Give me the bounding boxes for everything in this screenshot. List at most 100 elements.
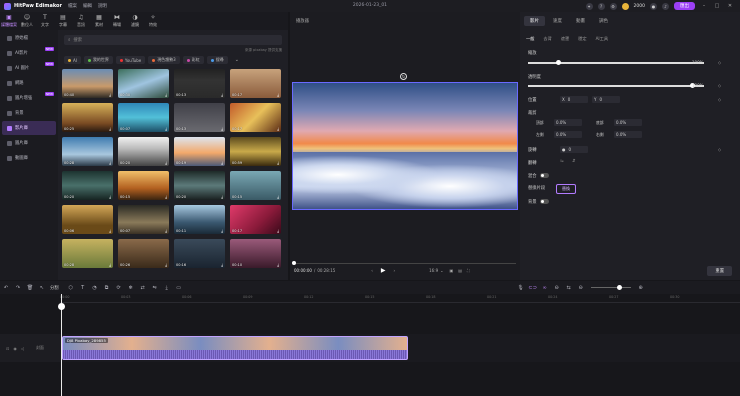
prev-frame-icon[interactable]: ‹ [371,268,373,273]
filter-chip-search[interactable]: 搜尋 [206,56,228,64]
media-thumbnail[interactable]: 00:15 ⤓ [230,171,281,200]
media-thumbnail[interactable]: 00:25 ⤓ [62,103,113,132]
media-thumbnail[interactable]: 00:10 ⤓ [230,239,281,268]
nav-item-image-library[interactable]: 圖片庫 [2,136,56,150]
subtab-remove-bg[interactable]: 去背 [543,36,551,42]
flip-horizontal-icon[interactable]: ⇋ [560,159,564,164]
export-frame-icon[interactable]: ⤓ [161,285,173,291]
fullscreen-icon[interactable]: ⛶ [467,268,470,273]
download-icon[interactable]: ⤓ [221,126,223,131]
split-label[interactable]: 分割 [50,285,59,291]
export-button[interactable]: 匯出 [674,2,695,10]
subtab-general[interactable]: 一般 [526,36,534,42]
tool-text[interactable]: T 文字 [36,12,54,30]
aspect-ratio[interactable]: 16:9 [429,268,438,273]
media-thumbnail[interactable]: 00:15 ⤓ [118,171,169,200]
subtab-stabilize[interactable]: 穩定 [578,36,586,42]
rotate-field[interactable]: ● 0 [560,146,588,153]
keyframe-icon[interactable]: ◇ [718,97,721,102]
search-input[interactable]: ⌕ 搜索 [64,35,282,45]
reset-button[interactable]: 重置 [707,266,732,276]
download-icon[interactable]: ⤓ [165,160,167,165]
maximize-button[interactable]: □ [713,3,721,9]
playhead[interactable] [58,294,65,396]
speaker-icon[interactable]: ◁ [21,346,24,351]
gift-icon[interactable]: ✦ [585,2,593,10]
snapshot-icon[interactable]: ▣ [449,268,453,273]
menu-edit[interactable]: 編輯 [83,3,92,9]
link-icon[interactable]: ∞ [539,285,551,291]
account-icon[interactable]: ● [650,2,657,10]
crop-left-field[interactable]: 0.0% [554,131,582,138]
close-button[interactable]: ✕ [726,3,734,9]
nav-item-gif-library[interactable]: 動圖庫 [2,151,56,165]
quality-icon[interactable]: ▤ [458,268,462,273]
nav-item-ai-image[interactable]: AI 圖片 NEW [2,61,56,75]
blend-toggle[interactable] [540,173,549,178]
opacity-slider[interactable] [528,83,704,88]
filter-chip-trend[interactable]: 現色趨勢3 [148,56,180,64]
mic-icon[interactable]: 🎙 [515,285,527,291]
tool-audio[interactable]: ♫ 音訊 [72,12,90,30]
media-thumbnail[interactable]: 00:20 ⤓ [118,137,169,166]
tool-subtitle[interactable]: ▤ 字幕 [54,12,72,30]
minimize-button[interactable]: – [700,3,708,9]
nav-item-video-library[interactable]: 影片庫 [2,121,56,135]
media-thumbnail[interactable]: 00:17 ⤓ [230,103,281,132]
video-clip[interactable]: DJ8 Pixabay_289855 [62,336,408,360]
subtab-mask[interactable]: 遮罩 [561,36,569,42]
media-thumbnail[interactable]: 00:40 ⤓ [62,69,113,98]
media-thumbnail[interactable]: 00:26 ⤓ [118,239,169,268]
redo-icon[interactable]: ↷ [12,285,24,291]
tab-color[interactable]: 調色 [593,16,614,26]
tab-speed[interactable]: 速度 [547,16,568,26]
download-icon[interactable]: ⤓ [277,92,279,97]
media-thumbnail[interactable]: 00:11 ⤓ [174,205,225,234]
tab-animation[interactable]: 動畫 [570,16,591,26]
media-thumbnail[interactable]: 00:13 ⤓ [174,69,225,98]
download-icon[interactable]: ⤓ [109,126,111,131]
keyframe-icon[interactable]: ◇ [718,83,721,88]
filter-chip-ai[interactable]: AI [64,56,81,64]
tool-filter[interactable]: ◑ 濾鏡 [126,12,144,30]
scale-knob[interactable] [556,60,561,65]
notification-icon[interactable]: ♪ [662,2,669,10]
media-thumbnail[interactable]: 00:13 ⤓ [174,103,225,132]
eye-icon[interactable]: ◉ [13,346,17,351]
support-icon[interactable]: ? [597,2,605,10]
rotate-icon[interactable]: ⟳ [113,285,125,291]
filter-chip-youtube[interactable]: YouTube [115,56,146,64]
flip-vertical-icon[interactable]: ⇵ [572,159,576,164]
reverse-icon[interactable]: ⇄ [137,285,149,291]
position-y-field[interactable]: Y0 [592,96,620,103]
speed-icon[interactable]: ◔ [89,285,101,291]
text-icon[interactable]: T [77,285,89,291]
chevron-down-icon[interactable]: ⌄ [235,57,239,63]
chain-icon[interactable]: ⊖ [551,285,563,291]
background-toggle[interactable] [540,199,549,204]
crop-top-field[interactable]: 0.0% [554,119,582,126]
media-thumbnail[interactable]: 00:06 ⤓ [62,205,113,234]
download-icon[interactable]: ⤓ [109,262,111,267]
menu-help[interactable]: 說明 [98,3,107,9]
undo-icon[interactable]: ↶ [0,285,12,291]
media-thumbnail[interactable]: 00:28 ⤓ [62,137,113,166]
download-icon[interactable]: ⤓ [277,262,279,267]
download-icon[interactable]: ⤓ [221,194,223,199]
settings-icon[interactable]: ⚙ [609,2,617,10]
position-x-field[interactable]: X0 [560,96,588,103]
timeline-ruler[interactable]: 00:00 00:03 00:06 00:09 00:12 00:15 00:18 00:21… [60,294,740,303]
download-icon[interactable]: ⤓ [165,92,167,97]
chevron-down-icon[interactable]: ⌄ [440,268,443,273]
tool-asset[interactable]: ▦ 素材 [90,12,108,30]
nav-item-original[interactable]: 原始檔 [2,31,56,45]
zoom-knob[interactable] [616,285,622,290]
download-icon[interactable]: ⤓ [277,194,279,199]
download-icon[interactable]: ⤓ [109,194,111,199]
lock-icon[interactable]: ⊡ [6,346,9,351]
download-icon[interactable]: ⤓ [109,228,111,233]
subtab-ai-tools[interactable]: AI工具 [596,36,608,42]
delete-icon[interactable]: 🗑 [24,285,36,291]
media-thumbnail[interactable]: 00:16 ⤓ [174,239,225,268]
crop-bottom-field[interactable]: 0.0% [614,119,642,126]
